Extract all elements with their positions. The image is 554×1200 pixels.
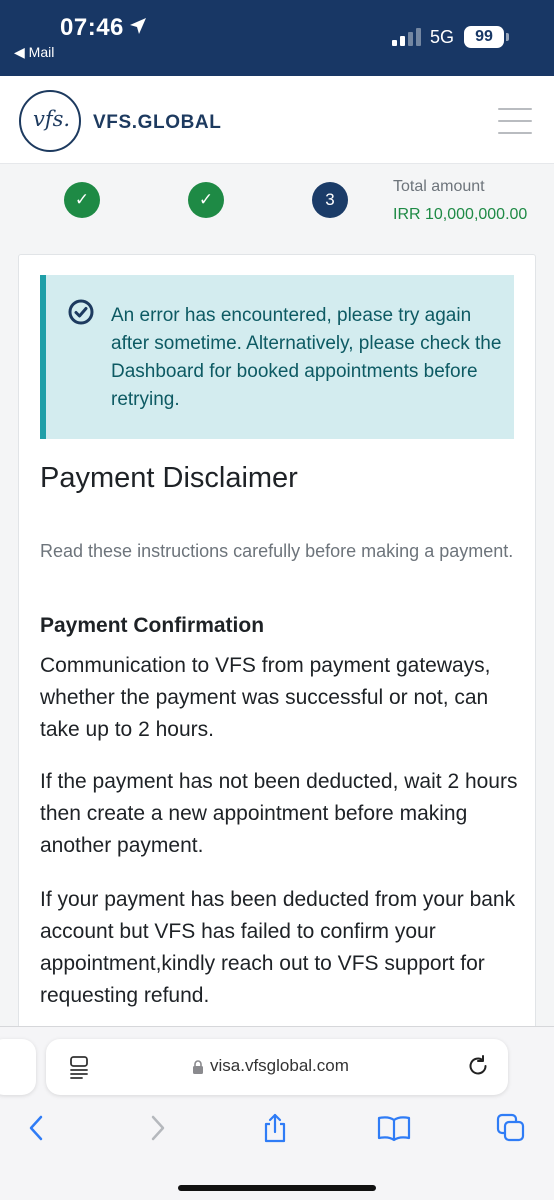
check-circle-icon [68, 299, 94, 325]
chevron-left-icon[interactable] [22, 1113, 52, 1143]
previous-tab-stub[interactable] [0, 1039, 36, 1095]
logo-mark: vfs. [33, 107, 71, 131]
brand-name[interactable]: VFS.GLOBAL [93, 112, 221, 134]
paragraph-2: If the payment has not been deducted, wa… [40, 770, 518, 857]
step-2-complete: ✓ [188, 182, 224, 218]
browser-toolbar: visa.vfsglobal.com [0, 1026, 554, 1200]
back-to-app-link[interactable]: ◀ Mail [14, 44, 54, 61]
total-amount-label: Total amount [393, 178, 485, 195]
page-title: Payment Disclaimer [40, 462, 298, 494]
network-type: 5G [430, 27, 455, 47]
alert-message: An error has encountered, please try aga… [111, 305, 502, 410]
status-bar: 07:46 ◀ Mail 5G 99 [0, 0, 554, 76]
location-arrow-icon [130, 18, 146, 34]
lock-icon [193, 1060, 203, 1074]
status-time: 07:46 [60, 14, 124, 41]
step-1-complete: ✓ [64, 182, 100, 218]
home-indicator[interactable] [178, 1185, 376, 1191]
battery-cap [506, 33, 509, 41]
address-bar[interactable]: visa.vfsglobal.com [46, 1039, 508, 1095]
paragraph-3: If your payment has been deducted from y… [40, 888, 516, 1007]
reader-mode-icon[interactable] [68, 1055, 90, 1079]
paragraph-1: Communication to VFS from payment gatewa… [40, 654, 491, 741]
tabs-icon[interactable] [496, 1113, 526, 1143]
total-amount-value: IRR 10,000,000.00 [393, 206, 528, 223]
share-icon[interactable] [260, 1113, 290, 1143]
vfs-logo[interactable]: vfs. [19, 90, 81, 152]
battery-indicator: 99 [464, 26, 504, 48]
book-icon[interactable] [377, 1113, 411, 1143]
section-heading: Payment Confirmation [40, 614, 265, 637]
error-alert: An error has encountered, please try aga… [40, 275, 514, 439]
hamburger-menu-icon[interactable] [498, 108, 532, 134]
step-3-current: 3 [312, 182, 348, 218]
cellular-signal-icon [392, 28, 421, 46]
payment-card: An error has encountered, please try aga… [18, 254, 536, 1044]
chevron-right-icon[interactable] [142, 1113, 172, 1143]
url-text[interactable]: visa.vfsglobal.com [210, 1056, 349, 1076]
site-header: vfs. VFS.GLOBAL [0, 76, 554, 164]
progress-stepper: ✓ ✓ 3 Total amount IRR 10,000,000.00 [0, 165, 554, 241]
page-subtitle: Read these instructions carefully before… [40, 541, 514, 561]
reload-icon[interactable] [466, 1054, 490, 1078]
